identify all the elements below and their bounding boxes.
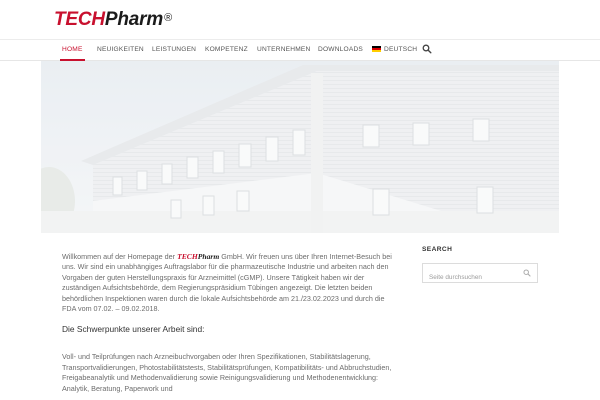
logo-pharm: Pharm: [104, 9, 164, 30]
nav-item-unternehmen[interactable]: UNTERNEHMEN: [257, 46, 311, 53]
german-flag-icon: [372, 46, 381, 52]
intro-text-start: Willkommen auf der Homepage der: [62, 252, 178, 261]
main-navigation: HOME NEUIGKEITEN LEISTUNGEN KOMPETENZ UN…: [0, 40, 600, 61]
logo-registered-mark: ®: [164, 12, 172, 24]
inline-brand-pharm: Pharm: [197, 252, 220, 261]
sidebar-search-box: [422, 263, 538, 287]
building-photo: [41, 61, 559, 233]
logo-tech: TECH: [54, 9, 105, 30]
sidebar: SEARCH: [422, 246, 538, 287]
search-input[interactable]: [423, 268, 523, 287]
search-icon[interactable]: [523, 269, 531, 277]
site-logo[interactable]: TECHPharm®: [54, 10, 172, 30]
intro-paragraph: Willkommen auf der Homepage der TECHPhar…: [62, 252, 396, 314]
inline-brand-tech: TECH: [177, 252, 198, 261]
header: TECHPharm®: [0, 0, 600, 40]
search-icon[interactable]: [422, 44, 432, 54]
nav-item-neuigkeiten[interactable]: NEUIGKEITEN: [97, 46, 144, 53]
inline-brand: TECHPharm: [177, 252, 219, 261]
nav-item-language[interactable]: DEUTSCH: [372, 46, 417, 53]
nav-item-leistungen[interactable]: LEISTUNGEN: [152, 46, 196, 53]
nav-item-kompetenz[interactable]: KOMPETENZ: [205, 46, 248, 53]
sidebar-search-title: SEARCH: [422, 246, 453, 253]
main-content: Willkommen auf der Homepage der TECHPhar…: [62, 252, 396, 394]
nav-item-home[interactable]: HOME: [60, 46, 85, 61]
focus-paragraph: Voll- und Teilprüfungen nach Arzneibuchv…: [62, 352, 392, 393]
focus-heading: Die Schwerpunkte unserer Arbeit sind:: [62, 324, 205, 335]
intro-text-rest: GmbH. Wir freuen uns über Ihren Internet…: [62, 252, 392, 314]
nav-item-downloads[interactable]: DOWNLOADS: [318, 46, 363, 53]
language-label: DEUTSCH: [384, 46, 418, 53]
hero-image: [41, 61, 559, 233]
